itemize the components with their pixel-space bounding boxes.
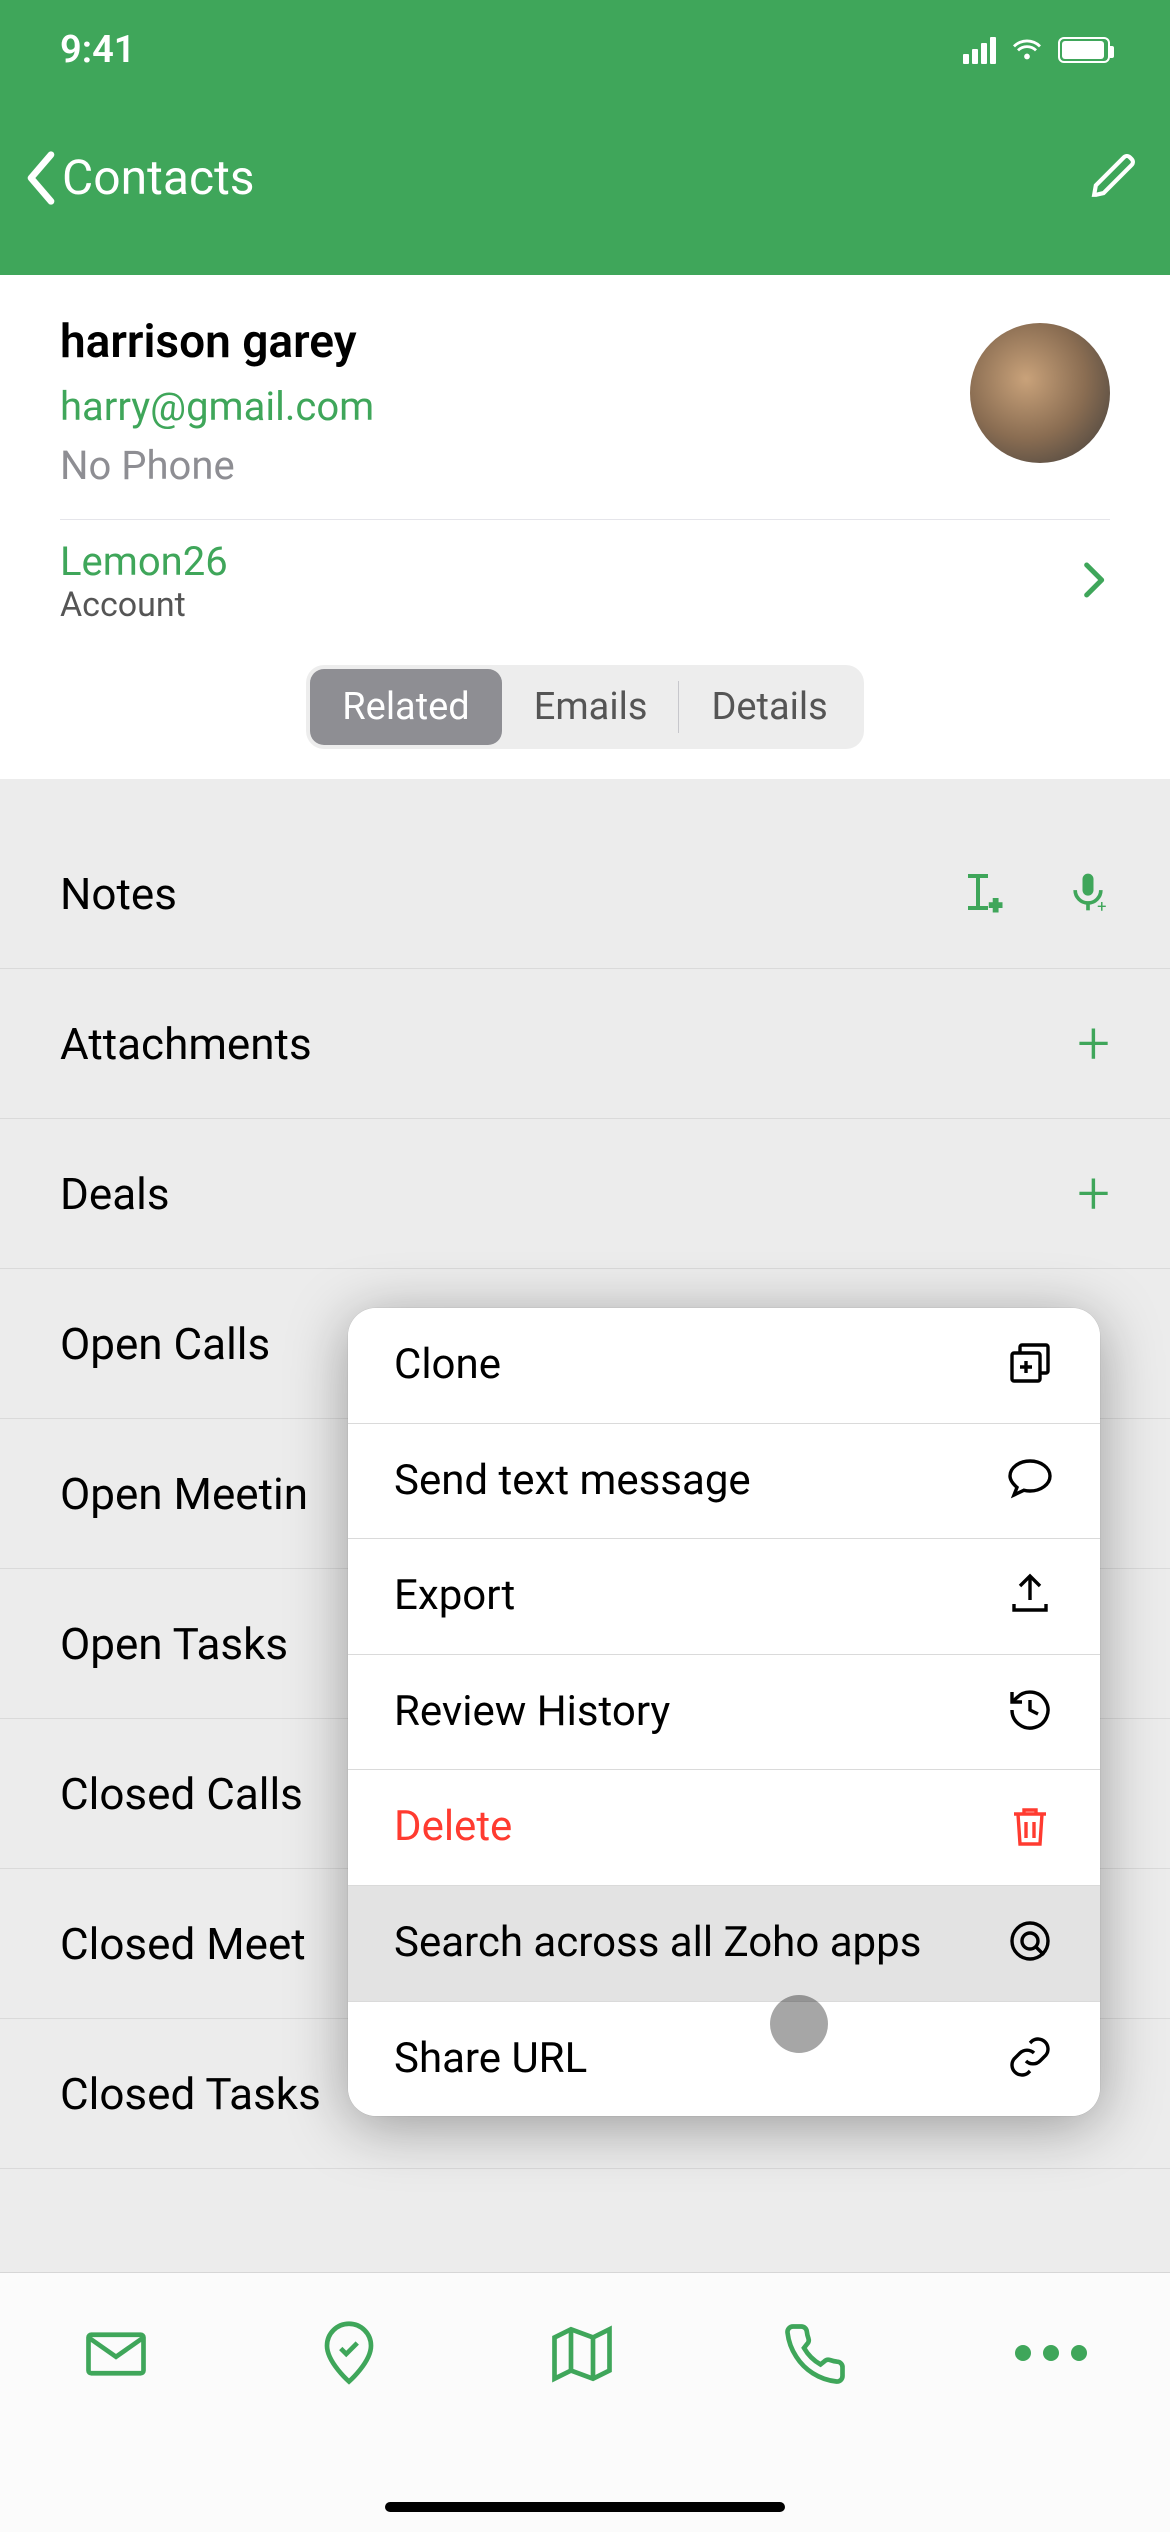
add-voice-note-icon[interactable]: + — [1066, 868, 1110, 920]
list-label: Open Calls — [60, 1318, 270, 1370]
add-text-note-icon[interactable]: + — [958, 868, 1006, 920]
account-label: Account — [60, 585, 228, 625]
toolbar-mail-button[interactable] — [83, 2321, 149, 2391]
segmented-control: Related Emails Details — [0, 645, 1170, 779]
menu-item-search-zoho[interactable]: Search across all Zoho apps — [348, 1886, 1100, 2002]
svg-text:+: + — [1097, 898, 1106, 916]
history-icon — [1006, 1686, 1054, 1738]
list-label: Closed Meet — [60, 1918, 306, 1970]
tab-details[interactable]: Details — [679, 669, 859, 745]
message-icon — [1006, 1455, 1054, 1507]
touch-indicator — [770, 1995, 828, 2053]
list-label: Closed Calls — [60, 1768, 303, 1820]
search-all-icon — [1006, 1917, 1054, 1969]
menu-label: Review History — [394, 1685, 670, 1740]
menu-label: Search across all Zoho apps — [394, 1916, 921, 1971]
menu-item-export[interactable]: Export — [348, 1539, 1100, 1655]
menu-label: Send text message — [394, 1454, 751, 1509]
link-icon — [1006, 2033, 1054, 2085]
trash-icon — [1006, 1802, 1054, 1854]
toolbar-call-button[interactable] — [782, 2321, 848, 2391]
status-icons — [963, 31, 1110, 69]
contact-name: harrison garey — [60, 315, 374, 369]
menu-item-clone[interactable]: Clone — [348, 1308, 1100, 1424]
avatar[interactable] — [970, 323, 1110, 463]
list-label: Open Meetin — [60, 1468, 308, 1520]
menu-item-delete[interactable]: Delete — [348, 1770, 1100, 1886]
toolbar-map-button[interactable] — [549, 2321, 615, 2391]
account-row[interactable]: Lemon26 Account — [0, 520, 1170, 645]
home-indicator — [385, 2502, 785, 2512]
list-label: Deals — [60, 1168, 170, 1220]
list-row-attachments[interactable]: Attachments + — [0, 969, 1170, 1119]
contact-email[interactable]: harry@gmail.com — [60, 383, 374, 430]
list-label: Open Tasks — [60, 1618, 288, 1670]
nav-bar: Contacts — [0, 100, 1170, 275]
contact-header: harrison garey harry@gmail.com No Phone — [0, 275, 1170, 519]
edit-button[interactable] — [1090, 151, 1140, 205]
list-label: Closed Tasks — [60, 2068, 321, 2120]
wifi-icon — [1010, 31, 1044, 69]
menu-label: Export — [394, 1569, 515, 1624]
list-label: Attachments — [60, 1018, 312, 1070]
menu-label: Delete — [394, 1800, 512, 1855]
signal-icon — [963, 36, 996, 64]
contact-phone: No Phone — [60, 442, 374, 489]
tab-related[interactable]: Related — [310, 669, 502, 745]
battery-icon — [1058, 37, 1110, 63]
context-menu: Clone Send text message Export Review Hi… — [348, 1308, 1100, 2116]
menu-label: Share URL — [394, 2032, 587, 2087]
list-row-deals[interactable]: Deals + — [0, 1119, 1170, 1269]
list-label: Notes — [60, 868, 177, 920]
clone-icon — [1006, 1339, 1054, 1391]
toolbar-location-button[interactable] — [316, 2321, 382, 2391]
svg-text:+: + — [990, 893, 1001, 916]
add-icon[interactable]: + — [1077, 1165, 1110, 1223]
tab-emails[interactable]: Emails — [502, 669, 680, 745]
toolbar-more-button[interactable] — [1015, 2321, 1087, 2361]
menu-item-send-text[interactable]: Send text message — [348, 1424, 1100, 1540]
add-icon[interactable]: + — [1077, 1015, 1110, 1073]
status-time: 9:41 — [60, 28, 135, 72]
list-row-notes[interactable]: Notes + + — [0, 819, 1170, 969]
nav-title: Contacts — [62, 149, 255, 206]
account-name: Lemon26 — [60, 538, 228, 585]
menu-label: Clone — [394, 1338, 501, 1393]
bottom-toolbar — [0, 2272, 1170, 2532]
export-icon — [1006, 1570, 1054, 1622]
chevron-right-icon — [1080, 560, 1110, 604]
more-icon — [1015, 2345, 1087, 2361]
back-button[interactable]: Contacts — [18, 148, 255, 208]
menu-item-share-url[interactable]: Share URL — [348, 2002, 1100, 2117]
menu-item-review-history[interactable]: Review History — [348, 1655, 1100, 1771]
status-bar: 9:41 — [0, 0, 1170, 100]
